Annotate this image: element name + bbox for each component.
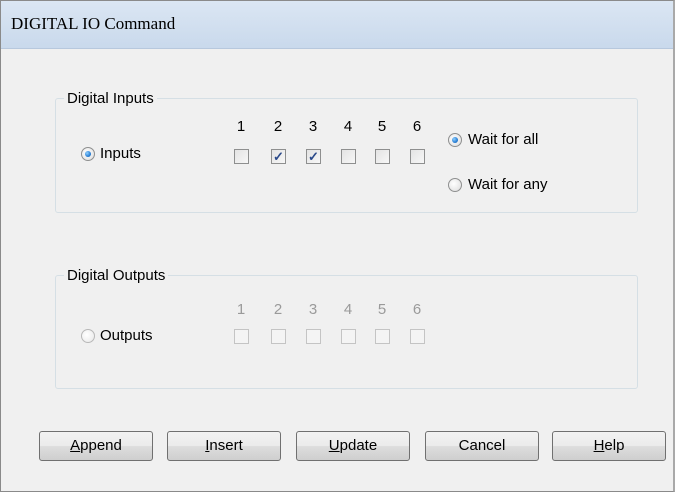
inputs-radio[interactable] — [81, 147, 95, 161]
input-checkbox-3[interactable]: ✓ — [306, 149, 321, 164]
input-column-2: 2 — [273, 118, 283, 135]
append-button[interactable]: Append — [39, 431, 153, 461]
cancel-button[interactable]: Cancel — [425, 431, 539, 461]
output-column-5: 5 — [377, 301, 387, 318]
window-title: DIGITAL IO Command — [11, 14, 176, 33]
input-checkbox-4[interactable] — [341, 149, 356, 164]
outputs-radio[interactable] — [81, 329, 95, 343]
inputs-radio-label: Inputs — [100, 145, 141, 162]
output-checkbox-4[interactable] — [341, 329, 356, 344]
wait-for-all-radio[interactable] — [448, 133, 462, 147]
insert-button[interactable]: Insert — [167, 431, 281, 461]
output-checkbox-6[interactable] — [410, 329, 425, 344]
output-checkbox-5[interactable] — [375, 329, 390, 344]
input-column-6: 6 — [412, 118, 422, 135]
wait-for-any-radio[interactable] — [448, 178, 462, 192]
output-column-4: 4 — [343, 301, 353, 318]
update-button[interactable]: Update — [296, 431, 410, 461]
help-button[interactable]: Help — [552, 431, 666, 461]
checkmark-icon: ✓ — [273, 149, 284, 164]
input-column-5: 5 — [377, 118, 387, 135]
output-column-2: 2 — [273, 301, 283, 318]
output-column-6: 6 — [412, 301, 422, 318]
wait-for-any-label: Wait for any — [468, 176, 548, 193]
input-checkbox-6[interactable] — [410, 149, 425, 164]
output-checkbox-2[interactable] — [271, 329, 286, 344]
outputs-radio-label: Outputs — [100, 327, 153, 344]
input-column-3: 3 — [308, 118, 318, 135]
input-checkbox-5[interactable] — [375, 149, 390, 164]
wait-for-all-label: Wait for all — [468, 131, 539, 148]
digital-outputs-label: Digital Outputs — [64, 267, 169, 285]
input-checkbox-2[interactable]: ✓ — [271, 149, 286, 164]
digital-io-dialog: DIGITAL IO Command Digital Inputs Inputs… — [0, 0, 675, 492]
input-checkbox-1[interactable] — [234, 149, 249, 164]
output-column-1: 1 — [236, 301, 246, 318]
output-column-3: 3 — [308, 301, 318, 318]
checkmark-icon: ✓ — [308, 149, 319, 164]
input-column-1: 1 — [236, 118, 246, 135]
output-checkbox-1[interactable] — [234, 329, 249, 344]
output-checkbox-3[interactable] — [306, 329, 321, 344]
digital-inputs-label: Digital Inputs — [64, 90, 157, 108]
input-column-4: 4 — [343, 118, 353, 135]
title-bar[interactable]: DIGITAL IO Command — [1, 1, 673, 49]
